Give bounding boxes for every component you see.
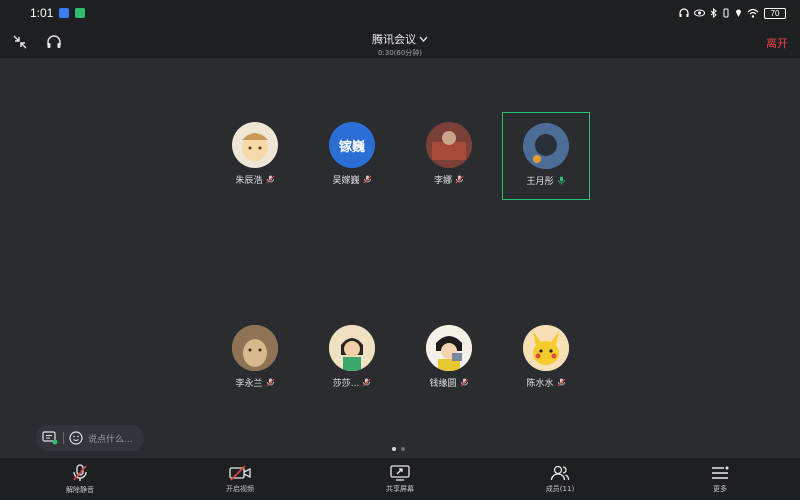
video-off-icon <box>229 464 251 481</box>
participant-tile[interactable]: 陈水水 <box>502 315 590 403</box>
status-bar: 1:01 70 <box>0 0 800 26</box>
start-video-label: 开启视频 <box>226 484 254 493</box>
eye-icon <box>694 9 705 17</box>
participant-tile[interactable]: 李永兰 <box>211 315 299 403</box>
share-screen-label: 共享屏幕 <box>386 484 414 493</box>
unmute-label: 解除静音 <box>66 485 94 494</box>
location-icon <box>736 9 741 17</box>
page-dot[interactable] <box>401 447 405 451</box>
meeting-duration: 0:30(60分钟) <box>377 49 423 57</box>
avatar <box>523 123 569 169</box>
divider <box>63 432 64 444</box>
more-label: 更多 <box>713 484 727 493</box>
avatar <box>232 325 278 371</box>
more-button[interactable]: 更多 <box>640 458 800 500</box>
emoji-icon[interactable] <box>69 431 83 445</box>
avatar <box>426 122 472 168</box>
participant-name: 陈水水 <box>526 379 554 389</box>
members-label: 成员(11) <box>545 484 575 493</box>
unmute-button[interactable]: 解除静音 <box>0 458 160 500</box>
vibrate-icon <box>723 8 729 18</box>
bluetooth-icon <box>710 8 717 18</box>
page-dot-active[interactable] <box>392 447 396 451</box>
meeting-header: 腾讯会议 0:30(60分钟) 离开 <box>0 26 800 58</box>
participant-tile[interactable]: 钱缘圆 <box>405 315 493 403</box>
participant-name: 李娜 <box>433 176 452 186</box>
mic-muted-icon <box>557 378 565 387</box>
chevron-down-icon <box>419 36 428 42</box>
participant-tile[interactable]: 莎莎... <box>308 315 396 403</box>
participant-tile-active-speaker[interactable]: 王月彤 <box>502 112 590 200</box>
mic-muted-icon <box>266 378 274 387</box>
start-video-button[interactable]: 开启视频 <box>160 458 320 500</box>
battery-indicator: 70 <box>764 7 786 19</box>
participant-tile[interactable]: 镓巍 吴嫁巍 <box>308 112 396 200</box>
avatar <box>329 325 375 371</box>
meeting-title: 腾讯会议 <box>372 33 416 46</box>
wifi-icon <box>747 8 759 18</box>
notification-wechat-icon <box>75 8 86 18</box>
mic-muted-icon <box>455 175 464 184</box>
participant-name: 钱缘圆 <box>429 379 457 389</box>
avatar <box>232 122 278 168</box>
avatar <box>523 325 569 371</box>
meeting-title-dropdown[interactable]: 腾讯会议 <box>372 31 428 47</box>
participant-name: 王月彤 <box>526 177 554 187</box>
participant-tile[interactable]: 李娜 <box>405 112 493 200</box>
headphone-status-icon <box>679 8 689 17</box>
meeting-toolbar: 解除静音 开启视频 共享屏幕 成员(11) 更多 <box>0 458 800 500</box>
chat-input-bar[interactable]: 说点什么... <box>36 425 144 451</box>
chat-placeholder[interactable]: 说点什么... <box>88 432 133 445</box>
status-time: 1:01 <box>30 6 54 20</box>
avatar: 镓巍 <box>329 122 375 168</box>
more-menu-icon <box>712 466 729 479</box>
chat-icon[interactable] <box>42 431 58 445</box>
members-icon <box>550 465 570 480</box>
members-button[interactable]: 成员(11) <box>480 458 640 500</box>
share-screen-button[interactable]: 共享屏幕 <box>320 458 480 500</box>
participant-name: 李永兰 <box>235 379 263 389</box>
participant-name: 莎莎... <box>332 379 360 389</box>
leave-button[interactable]: 离开 <box>766 35 788 51</box>
page-indicator <box>392 447 405 451</box>
mic-muted-icon <box>73 463 87 481</box>
notification-app-icon <box>59 8 70 18</box>
participant-name: 朱辰浩 <box>235 176 263 186</box>
avatar <box>426 325 472 371</box>
mic-active-icon <box>557 176 565 185</box>
mic-muted-icon <box>266 175 274 184</box>
participant-name: 吴嫁巍 <box>332 176 360 186</box>
mic-muted-icon <box>362 378 371 387</box>
share-screen-icon <box>390 464 410 481</box>
participant-tile[interactable]: 朱辰浩 <box>211 112 299 200</box>
mic-muted-icon <box>363 175 371 184</box>
mic-muted-icon <box>460 378 468 387</box>
